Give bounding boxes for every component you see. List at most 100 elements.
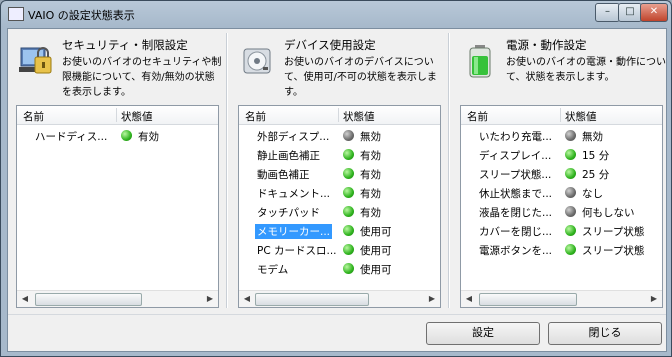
scroll-right-arrow[interactable]: ▶ bbox=[425, 292, 439, 306]
list-item-name: いたわり充電... bbox=[479, 131, 553, 143]
list-item-name: ドキュメント... bbox=[257, 188, 331, 200]
panel-divider bbox=[226, 33, 228, 308]
panel-title: デバイス使用設定 bbox=[284, 38, 376, 52]
power-list[interactable]: 名前 状態値 いたわり充電... 無効ディスプレイ... 15 分スリープ状態...… bbox=[460, 105, 663, 308]
list-item[interactable]: PC カードスロ... 使用可 bbox=[239, 240, 440, 259]
list-item[interactable]: タッチパッド 有効 bbox=[239, 202, 440, 221]
close-button[interactable]: 閉じる bbox=[548, 322, 662, 345]
status-gray-icon bbox=[343, 130, 354, 141]
list-item-name: 液晶を閉じた... bbox=[479, 207, 553, 219]
scroll-left-arrow[interactable]: ◀ bbox=[462, 292, 476, 306]
list-item[interactable]: 外部ディスプ... 無効 bbox=[239, 126, 440, 145]
list-item-value: なし bbox=[582, 188, 603, 200]
list-item[interactable]: カバーを閉じ... スリープ状態 bbox=[461, 221, 662, 240]
list-item-name: ディスプレイ... bbox=[479, 150, 552, 162]
list-item-name: メモリーカー... bbox=[255, 224, 333, 239]
panel-header: セキュリティ・制限設定 お使いのバイオのセキュリティや制限機能について、有効/無… bbox=[8, 33, 221, 101]
status-green-icon bbox=[343, 149, 354, 160]
list-item-name: モデム bbox=[257, 264, 289, 276]
list-item-value: 有効 bbox=[360, 188, 381, 200]
scroll-thumb[interactable] bbox=[35, 293, 142, 306]
column-header-name[interactable]: 名前 bbox=[23, 109, 44, 124]
list-item-value: 有効 bbox=[138, 131, 159, 143]
scroll-thumb[interactable] bbox=[255, 293, 369, 306]
scroll-right-arrow[interactable]: ▶ bbox=[203, 292, 217, 306]
list-item[interactable]: 休止状態まで... なし bbox=[461, 183, 662, 202]
status-green-icon bbox=[565, 168, 576, 179]
scroll-left-arrow[interactable]: ◀ bbox=[240, 292, 254, 306]
column-separator[interactable] bbox=[338, 108, 339, 122]
security-panel: セキュリティ・制限設定 お使いのバイオのセキュリティや制限機能について、有効/無… bbox=[8, 33, 221, 308]
list-item-value: 有効 bbox=[360, 169, 381, 181]
list-item[interactable]: 動画色補正 有効 bbox=[239, 164, 440, 183]
column-header-value[interactable]: 状態値 bbox=[343, 109, 375, 124]
close-window-button[interactable]: ✕ bbox=[640, 3, 668, 22]
status-green-icon bbox=[121, 130, 132, 141]
maximize-button[interactable]: □ bbox=[618, 3, 642, 22]
list-item[interactable]: ディスプレイ... 15 分 bbox=[461, 145, 662, 164]
device-list[interactable]: 名前 状態値 外部ディスプ... 無効 静止画色補正 有効 動画色補正 有効 ドキュメント.… bbox=[238, 105, 441, 308]
panel-header: 電源・動作設定 お使いのバイオの電源・動作について、状態を表示します。 bbox=[452, 33, 666, 101]
list-item-name: 電源ボタンを... bbox=[479, 245, 553, 257]
list-item[interactable]: 静止画色補正 有効 bbox=[239, 145, 440, 164]
list-item-value: 使用可 bbox=[360, 226, 392, 238]
list-item-name: PC カードスロ... bbox=[257, 245, 337, 257]
scroll-left-arrow[interactable]: ◀ bbox=[18, 292, 32, 306]
device-disk-icon bbox=[243, 48, 271, 74]
panel-title: 電源・動作設定 bbox=[506, 38, 587, 52]
device-panel: デバイス使用設定 お使いのバイオのデバイスについて、使用可/不可の状態を表示しま… bbox=[230, 33, 443, 308]
list-item[interactable]: 液晶を閉じた... 何もしない bbox=[461, 202, 662, 221]
status-green-icon bbox=[343, 225, 354, 236]
window-title: VAIO の設定状態表示 bbox=[28, 9, 135, 22]
list-item-value: 25 分 bbox=[582, 169, 610, 181]
column-header-name[interactable]: 名前 bbox=[467, 109, 488, 124]
list-item-value: 15 分 bbox=[582, 150, 610, 162]
list-item-value: 有効 bbox=[360, 150, 381, 162]
horizontal-scrollbar[interactable]: ◀ ▶ bbox=[239, 290, 440, 307]
power-panel: 電源・動作設定 お使いのバイオの電源・動作について、状態を表示します。 名前 状… bbox=[452, 33, 666, 308]
list-header: 名前 状態値 bbox=[239, 106, 440, 125]
list-item[interactable]: ドキュメント... 有効 bbox=[239, 183, 440, 202]
list-item[interactable]: メモリーカー... 使用可 bbox=[239, 221, 440, 240]
column-header-value[interactable]: 状態値 bbox=[565, 109, 597, 124]
list-item-value: 無効 bbox=[360, 131, 381, 143]
status-green-icon bbox=[565, 244, 576, 255]
column-separator[interactable] bbox=[116, 108, 117, 122]
column-header-name[interactable]: 名前 bbox=[245, 109, 266, 124]
list-item-name: スリープ状態... bbox=[479, 169, 552, 181]
settings-button[interactable]: 設定 bbox=[426, 322, 540, 345]
status-gray-icon bbox=[565, 130, 576, 141]
status-green-icon bbox=[343, 244, 354, 255]
list-item[interactable]: いたわり充電... 無効 bbox=[461, 126, 662, 145]
security-list[interactable]: 名前 状態値 ハードディス... 有効 ◀ ▶ bbox=[16, 105, 219, 308]
horizontal-scrollbar[interactable]: ◀ ▶ bbox=[17, 290, 218, 307]
panel-divider bbox=[448, 33, 450, 308]
status-green-icon bbox=[343, 263, 354, 274]
list-item-value: 使用可 bbox=[360, 245, 392, 257]
scroll-thumb[interactable] bbox=[479, 293, 577, 306]
app-window: VAIO の設定状態表示 – □ ✕ セキュリティ・制限設定 お使いのバイオのセ… bbox=[0, 0, 672, 357]
status-gray-icon bbox=[565, 206, 576, 217]
window-icon bbox=[8, 7, 24, 21]
column-header-value[interactable]: 状態値 bbox=[121, 109, 153, 124]
list-item-value: スリープ状態 bbox=[582, 245, 645, 257]
battery-icon bbox=[469, 45, 491, 78]
horizontal-scrollbar[interactable]: ◀ ▶ bbox=[461, 290, 662, 307]
minimize-button[interactable]: – bbox=[595, 3, 620, 22]
list-item-name: 外部ディスプ... bbox=[257, 131, 330, 143]
list-item-name: タッチパッド bbox=[257, 207, 320, 219]
list-header: 名前 状態値 bbox=[461, 106, 662, 125]
list-header: 名前 状態値 bbox=[17, 106, 218, 125]
list-item[interactable]: モデム 使用可 bbox=[239, 259, 440, 278]
client-area: セキュリティ・制限設定 お使いのバイオのセキュリティや制限機能について、有効/無… bbox=[7, 28, 667, 352]
list-item-name: カバーを閉じ... bbox=[479, 226, 553, 238]
list-item[interactable]: スリープ状態... 25 分 bbox=[461, 164, 662, 183]
panel-description: お使いのバイオのデバイスについて、使用可/不可の状態を表示します。 bbox=[284, 57, 437, 98]
column-separator[interactable] bbox=[560, 108, 561, 122]
list-item-value: スリープ状態 bbox=[582, 226, 645, 238]
scroll-right-arrow[interactable]: ▶ bbox=[647, 292, 661, 306]
list-item[interactable]: ハードディス... 有効 bbox=[17, 126, 218, 145]
list-item-name: 休止状態まで... bbox=[479, 188, 553, 200]
title-bar: VAIO の設定状態表示 – □ ✕ bbox=[1, 1, 671, 27]
list-item[interactable]: 電源ボタンを... スリープ状態 bbox=[461, 240, 662, 259]
